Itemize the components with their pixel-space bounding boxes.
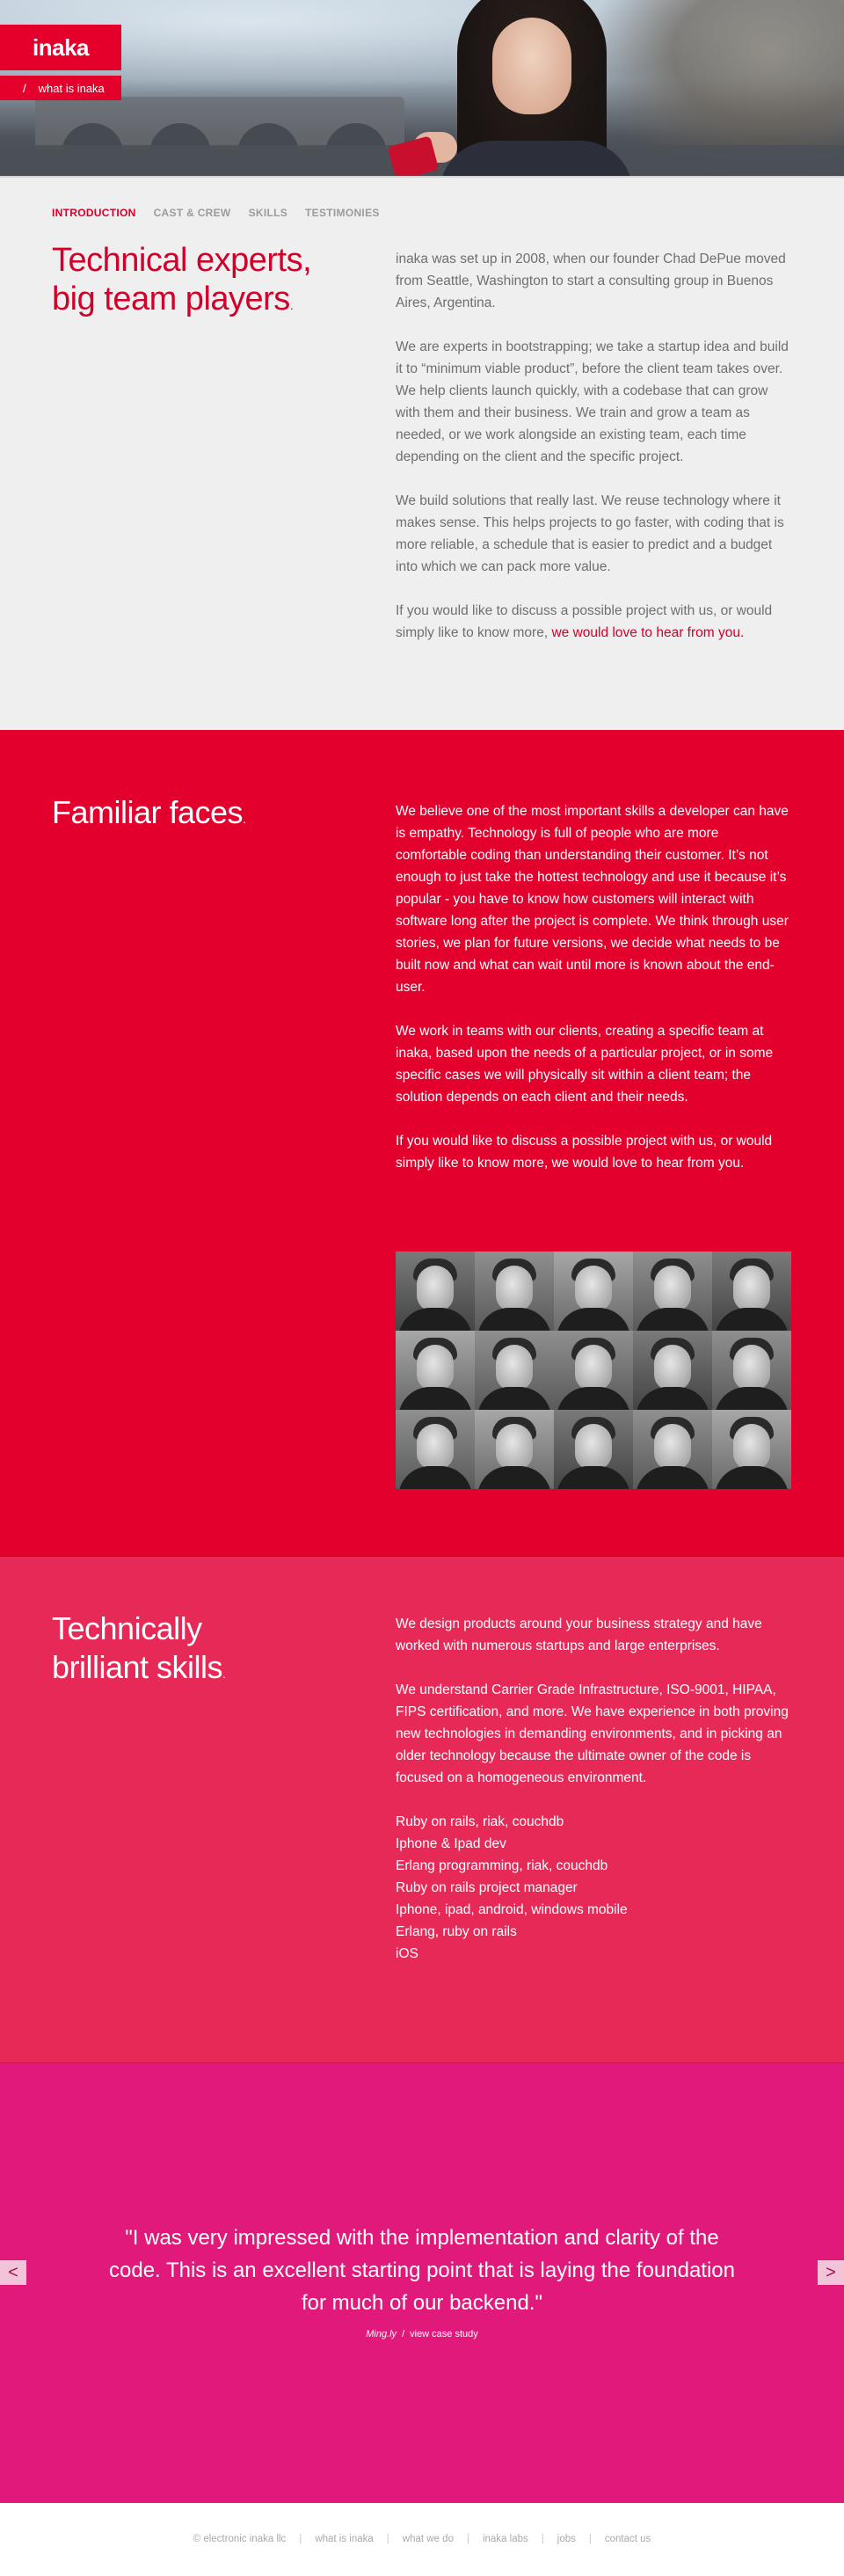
skills-section: Technically brilliant skills. We design … <box>0 1557 844 2063</box>
skills-list-item: iOS <box>396 1946 418 1961</box>
skills-list-item: Ruby on rails project manager <box>396 1880 578 1895</box>
nav-skills[interactable]: SKILLS <box>249 207 287 219</box>
skills-title-line2: brilliant skills <box>52 1649 223 1685</box>
team-photo <box>554 1252 633 1331</box>
skills-list-item: Ruby on rails, riak, couchdb <box>396 1814 564 1829</box>
testimonial-quote: "I was very impressed with the implement… <box>109 2226 735 2315</box>
skills-text: We design products around your business … <box>396 1613 793 1965</box>
skills-title: Technically brilliant skills. <box>52 1609 226 1693</box>
breadcrumb-separator: / <box>23 81 26 95</box>
faces-title-text: Familiar faces <box>52 794 244 830</box>
contact-link[interactable]: we would love to hear from you. <box>551 625 744 640</box>
faces-paragraph: If you would like to discuss a possible … <box>396 1134 773 1171</box>
footer-copyright: © electronic inaka llc <box>193 2534 287 2544</box>
hero-banner: inaka / what is inaka <box>0 0 844 176</box>
team-photo <box>712 1252 791 1331</box>
faces-paragraph: We believe one of the most important ski… <box>396 804 789 995</box>
footer-link-jobs[interactable]: jobs <box>544 2534 589 2544</box>
testimonial-meta: Ming.ly / view case study <box>0 2329 844 2339</box>
faces-title-dot: . <box>243 812 246 826</box>
intro-section: INTRODUCTION CAST & CREW SKILLS TESTIMON… <box>0 176 844 730</box>
skills-list-item: Iphone & Ipad dev <box>396 1836 506 1851</box>
team-photo <box>475 1252 554 1331</box>
case-study-link[interactable]: view case study <box>410 2329 478 2339</box>
intro-title-line2: big team players <box>52 281 290 317</box>
faces-title: Familiar faces. <box>52 793 246 838</box>
logo: inaka <box>33 33 90 61</box>
footer-link-inaka-labs[interactable]: inaka labs <box>469 2534 542 2544</box>
footer-link-what-we-do[interactable]: what we do <box>389 2534 467 2544</box>
intro-paragraph: We build solutions that really last. We … <box>396 493 784 574</box>
team-photo-grid <box>396 1252 791 1489</box>
skills-title-line1: Technically <box>52 1610 202 1646</box>
intro-title-line1: Technical experts, <box>52 242 312 279</box>
breadcrumb-current: what is inaka <box>38 81 105 95</box>
nav-introduction[interactable]: INTRODUCTION <box>52 207 136 219</box>
footer-link-what-is-inaka[interactable]: what is inaka <box>302 2534 386 2544</box>
team-photo <box>475 1410 554 1489</box>
team-photo <box>633 1331 712 1410</box>
team-photo <box>396 1252 475 1331</box>
nav-cast-crew[interactable]: CAST & CREW <box>154 207 231 219</box>
testimonial-separator: / <box>402 2329 405 2339</box>
skills-list-item: Erlang, ruby on rails <box>396 1924 517 1939</box>
faces-text: We believe one of the most important ski… <box>396 800 793 1196</box>
nav-testimonies[interactable]: TESTIMONIES <box>305 207 380 219</box>
testimonial-section: < "I was very impressed with the impleme… <box>0 2063 844 2503</box>
intro-paragraph: inaka was set up in 2008, when our found… <box>396 252 786 310</box>
footer-links: © electronic inaka llc | what is inaka |… <box>0 2534 844 2544</box>
chevron-right-icon: > <box>826 2262 836 2282</box>
skills-title-dot: . <box>222 1667 226 1681</box>
team-photo <box>554 1331 633 1410</box>
skills-paragraph: We understand Carrier Grade Infrastructu… <box>396 1682 789 1785</box>
breadcrumb: / what is inaka <box>0 76 121 100</box>
prev-testimonial-button[interactable]: < <box>0 2260 26 2285</box>
footer-link-contact-us[interactable]: contact us <box>592 2534 664 2544</box>
next-testimonial-button[interactable]: > <box>818 2260 844 2285</box>
team-photo <box>554 1410 633 1489</box>
testimonial-client: Ming.ly <box>366 2329 397 2339</box>
section-nav: INTRODUCTION CAST & CREW SKILLS TESTIMON… <box>52 207 380 219</box>
skills-paragraph: We design products around your business … <box>396 1616 762 1653</box>
hero-person-face <box>492 18 571 114</box>
footer: © electronic inaka llc | what is inaka |… <box>0 2503 844 2576</box>
faces-section: Familiar faces. We believe one of the mo… <box>0 730 844 1557</box>
intro-paragraph: We are experts in bootstrapping; we take… <box>396 339 789 464</box>
intro-title: Technical experts, big team players. <box>52 241 312 325</box>
hero-person-coat <box>440 141 633 176</box>
team-photo <box>633 1410 712 1489</box>
logo-link[interactable]: inaka <box>0 25 121 70</box>
faces-paragraph: We work in teams with our clients, creat… <box>396 1024 774 1105</box>
team-photo <box>396 1410 475 1489</box>
team-photo <box>475 1331 554 1410</box>
team-photo <box>396 1331 475 1410</box>
team-photo <box>633 1252 712 1331</box>
intro-text: inaka was set up in 2008, when our found… <box>396 248 793 666</box>
intro-contact-paragraph: If you would like to discuss a possible … <box>396 600 793 644</box>
team-photo <box>712 1331 791 1410</box>
skills-list-item: Iphone, ipad, android, windows mobile <box>396 1902 628 1917</box>
intro-title-dot: . <box>289 298 294 312</box>
skills-list: Ruby on rails, riak, couchdb Iphone & Ip… <box>396 1811 793 1965</box>
chevron-left-icon: < <box>8 2262 18 2282</box>
skills-list-item: Erlang programming, riak, couchdb <box>396 1858 608 1873</box>
team-photo <box>712 1410 791 1489</box>
